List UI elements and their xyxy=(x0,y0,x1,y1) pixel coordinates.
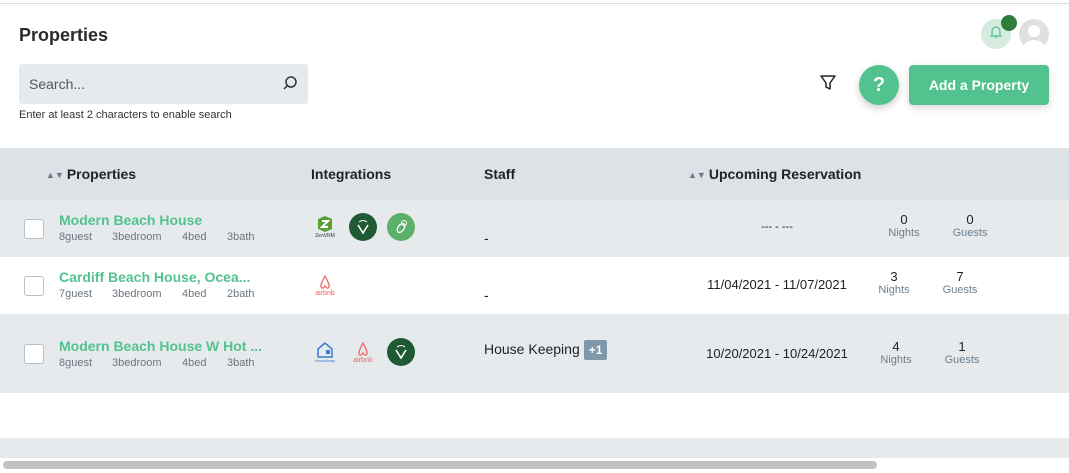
bedroom-count: 3bedroom xyxy=(112,288,162,300)
property-meta: 8guest 3bedroom 4bed 3bath xyxy=(59,357,255,369)
column-label: Properties xyxy=(66,166,137,182)
bath-count: 3bath xyxy=(227,357,255,369)
bath-count: 2bath xyxy=(227,288,255,300)
integrations: ZenVRM xyxy=(311,213,415,241)
notification-dot xyxy=(1001,15,1017,31)
reservation-dates: --- - --- xyxy=(761,221,793,233)
integrations: airbnb xyxy=(311,271,339,299)
help-button[interactable]: ? xyxy=(859,65,899,105)
airbnb-icon: airbnb xyxy=(349,338,377,366)
staff: - xyxy=(484,230,489,246)
bedroom-count: 3bedroom xyxy=(112,357,162,369)
column-staff: Staff xyxy=(484,166,516,182)
table-row[interactable]: Cardiff Beach House, Ocea... 7guest 3bedr… xyxy=(0,257,1069,314)
homeaway-icon: HomeAway xyxy=(311,338,339,366)
row-checkbox[interactable] xyxy=(24,344,44,364)
column-reservation[interactable]: ▲▼ Upcoming Reservation xyxy=(688,166,861,182)
guest-count: 8guest xyxy=(59,231,93,243)
nights: 4 Nights xyxy=(880,339,912,366)
bed-count: 4bed xyxy=(182,231,207,243)
add-property-button[interactable]: Add a Property xyxy=(909,65,1049,105)
table-header: ▲▼ Properties Integrations Staff ▲▼ Upcomi… xyxy=(0,148,1069,200)
staff: House Keeping +1 xyxy=(484,340,608,360)
guests: 1 Guests xyxy=(944,339,980,366)
reservation-dates: 10/20/2021 - 10/24/2021 xyxy=(706,346,848,361)
property-name[interactable]: Modern Beach House W Hot ... xyxy=(59,338,262,354)
bed-count: 4bed xyxy=(182,357,207,369)
bee-icon xyxy=(387,213,415,241)
search-icon[interactable] xyxy=(282,75,298,96)
guests: 7 Guests xyxy=(942,269,978,296)
top-divider xyxy=(0,3,1069,4)
guests: 0 Guests xyxy=(952,212,988,239)
table-footer xyxy=(0,438,1069,458)
staff-more-badge[interactable]: +1 xyxy=(583,340,608,360)
sort-icon[interactable]: ▲▼ xyxy=(46,170,64,180)
table-row[interactable]: Modern Beach House 8guest 3bedroom 4bed 3ba… xyxy=(0,200,1069,257)
guest-count: 7guest xyxy=(59,288,93,300)
column-properties[interactable]: ▲▼ Properties xyxy=(46,166,136,182)
filter-icon[interactable] xyxy=(819,74,837,97)
avatar[interactable] xyxy=(1019,19,1049,49)
airbnb-icon: airbnb xyxy=(311,271,339,299)
search-input[interactable] xyxy=(19,64,308,104)
property-name[interactable]: Cardiff Beach House, Ocea... xyxy=(59,269,250,285)
property-meta: 7guest 3bedroom 4bed 2bath xyxy=(59,288,255,300)
table-row[interactable]: Modern Beach House W Hot ... 8guest 3bedr… xyxy=(0,314,1069,393)
column-label: Upcoming Reservation xyxy=(708,166,862,182)
sort-icon[interactable]: ▲▼ xyxy=(688,170,706,180)
staff-name: House Keeping xyxy=(484,341,580,357)
nights: 0 Nights xyxy=(888,212,920,239)
search-hint: Enter at least 2 characters to enable se… xyxy=(19,109,232,121)
integrations: HomeAway airbnb xyxy=(311,338,415,366)
bed-count: 4bed xyxy=(182,288,207,300)
guest-count: 8guest xyxy=(59,357,93,369)
row-checkbox[interactable] xyxy=(24,219,44,239)
bedroom-count: 3bedroom xyxy=(112,231,162,243)
property-meta: 8guest 3bedroom 4bed 3bath xyxy=(59,231,255,243)
bath-count: 3bath xyxy=(227,231,255,243)
horizontal-scrollbar[interactable] xyxy=(3,461,877,469)
nights: 3 Nights xyxy=(878,269,910,296)
vrbo-icon xyxy=(387,338,415,366)
vrbo-icon xyxy=(349,213,377,241)
zenvrm-icon: ZenVRM xyxy=(311,213,339,241)
staff: - xyxy=(484,287,489,303)
column-integrations: Integrations xyxy=(311,166,392,182)
property-name[interactable]: Modern Beach House xyxy=(59,212,202,228)
row-checkbox[interactable] xyxy=(24,276,44,296)
reservation-dates: 11/04/2021 - 11/07/2021 xyxy=(707,277,847,292)
search-box xyxy=(19,64,308,104)
page-title: Properties xyxy=(19,25,109,45)
